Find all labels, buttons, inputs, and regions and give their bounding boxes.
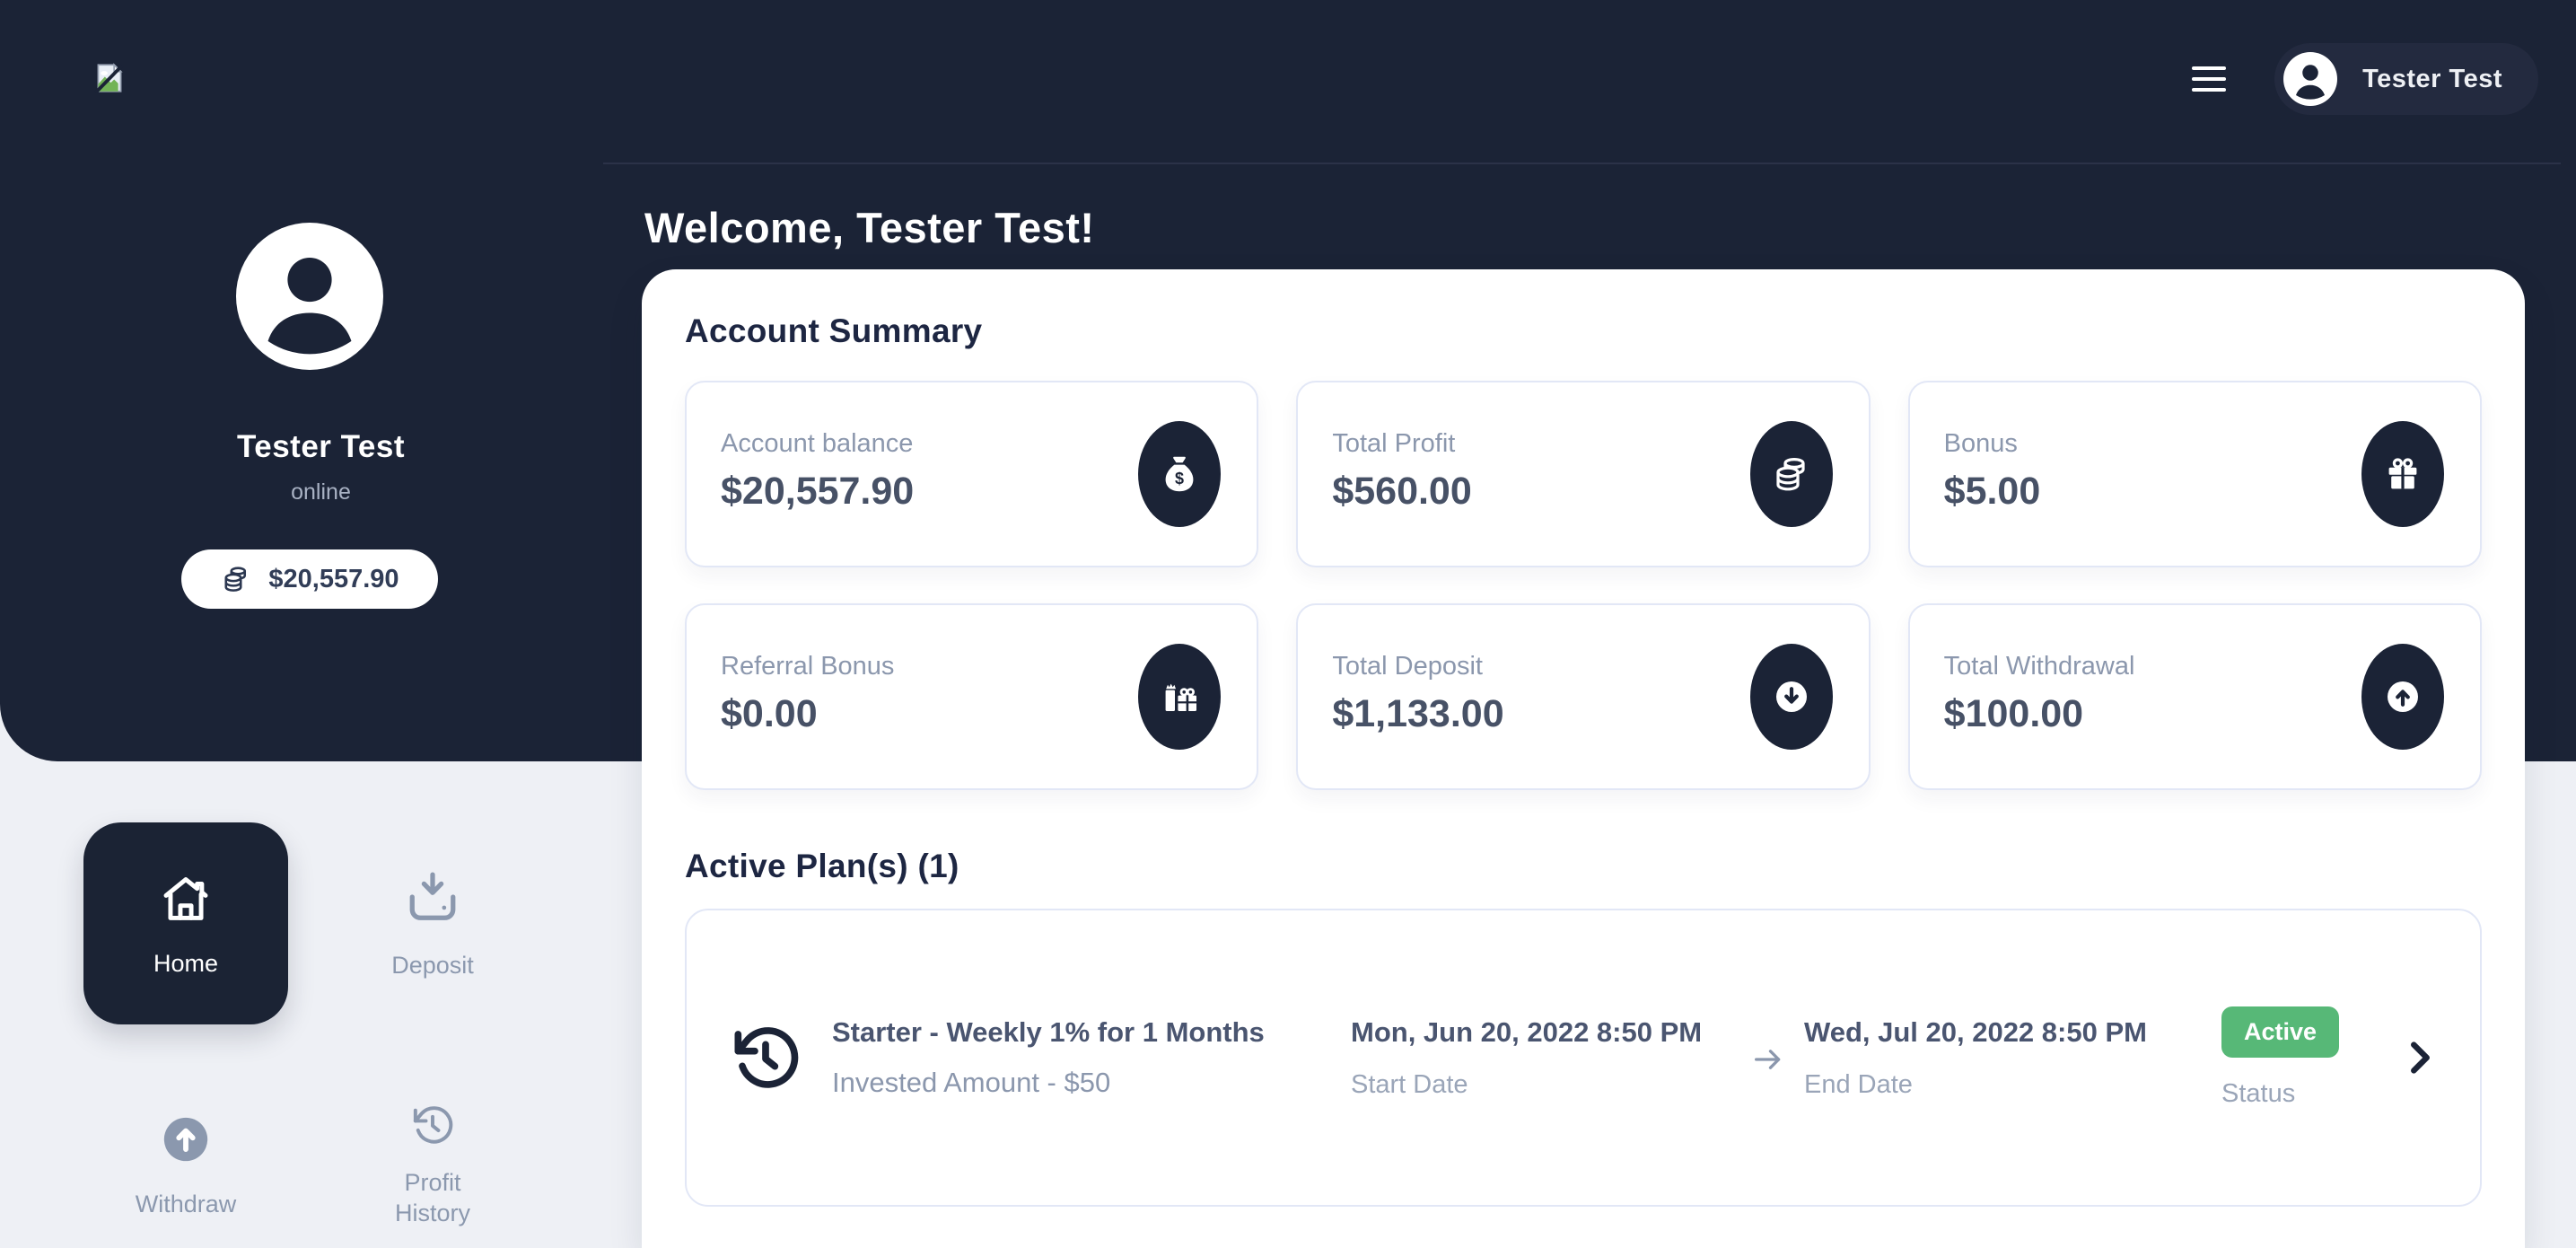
active-plans-title: Active Plan(s) (1) xyxy=(685,848,2482,885)
plan-end-date-block: Wed, Jul 20, 2022 8:50 PM End Date xyxy=(1804,1016,2204,1100)
main-content-card: Account Summary Account balance $20,557.… xyxy=(642,269,2525,1248)
arrow-right-icon xyxy=(1750,1038,1804,1077)
coins-icon xyxy=(1750,421,1833,527)
plan-row[interactable]: Starter - Weekly 1% for 1 Months Investe… xyxy=(685,909,2482,1207)
stat-card-total-withdrawal: Total Withdrawal $100.00 xyxy=(1908,603,2482,790)
online-status: online xyxy=(0,479,642,505)
topbar-right: Tester Test xyxy=(2186,38,2538,120)
plan-invested-amount: Invested Amount - $50 xyxy=(832,1067,1265,1099)
sidebar-item-deposit[interactable]: Deposit xyxy=(330,822,535,1024)
account-summary-title: Account Summary xyxy=(685,312,2482,350)
page-title: Welcome, Tester Test! xyxy=(644,203,1095,252)
stat-card-referral-bonus: Referral Bonus $0.00 xyxy=(685,603,1258,790)
broken-image-icon xyxy=(93,63,126,93)
plan-end-date: Wed, Jul 20, 2022 8:50 PM xyxy=(1804,1016,2204,1049)
sidebar-username: Tester Test xyxy=(0,429,642,465)
balance-pill[interactable]: $20,557.90 xyxy=(181,549,438,609)
stat-card-total-deposit: Total Deposit $1,133.00 xyxy=(1296,603,1870,790)
topbar-username: Tester Test xyxy=(2362,65,2502,94)
home-icon xyxy=(156,869,215,928)
sidebar-item-home[interactable]: Home xyxy=(83,822,288,1024)
chevron-right-icon[interactable] xyxy=(2399,1031,2440,1085)
history-icon xyxy=(410,1103,455,1147)
sidebar-item-withdraw[interactable]: Withdraw xyxy=(83,1074,288,1219)
plan-status-block: Active Status xyxy=(2221,1006,2399,1109)
gifts-icon xyxy=(1138,644,1221,750)
sidebar-item-label: Profit History xyxy=(374,1167,491,1228)
user-menu[interactable]: Tester Test xyxy=(2274,43,2538,115)
gift-icon xyxy=(2361,421,2444,527)
balance-amount: $20,557.90 xyxy=(268,565,399,594)
stat-card-total-profit: Total Profit $560.00 xyxy=(1296,381,1870,567)
deposit-tray-icon xyxy=(401,867,464,930)
plan-start-date-label: Start Date xyxy=(1351,1070,1750,1100)
stat-card-bonus: Bonus $5.00 xyxy=(1908,381,2482,567)
svg-text:$: $ xyxy=(1175,470,1184,488)
withdraw-circle-icon xyxy=(160,1113,212,1165)
hamburger-icon xyxy=(2192,66,2226,70)
plan-end-date-label: End Date xyxy=(1804,1070,2204,1100)
stats-grid: Account balance $20,557.90 $ Total Profi… xyxy=(685,381,2482,790)
plan-start-date-block: Mon, Jun 20, 2022 8:50 PM Start Date xyxy=(1351,1016,1750,1100)
coins-icon xyxy=(220,563,252,595)
arrow-down-circle-icon xyxy=(1750,644,1833,750)
sidebar-item-label: Withdraw xyxy=(136,1189,237,1219)
history-icon xyxy=(730,1022,802,1094)
topbar-divider xyxy=(603,163,2561,164)
sidebar-item-label: Home xyxy=(153,948,218,979)
arrow-up-circle-icon xyxy=(2361,644,2444,750)
user-avatar-icon xyxy=(2283,52,2337,106)
dashboard-page: Tester Test Tester Test online $20,557.9… xyxy=(0,0,2576,1248)
status-badge: Active xyxy=(2221,1006,2339,1058)
money-bag-icon: $ xyxy=(1138,421,1221,527)
stat-card-account-balance: Account balance $20,557.90 $ xyxy=(685,381,1258,567)
plan-status-label: Status xyxy=(2221,1079,2399,1109)
sidebar-item-label: Deposit xyxy=(391,950,474,980)
menu-toggle-button[interactable] xyxy=(2186,61,2231,97)
plan-name: Starter - Weekly 1% for 1 Months xyxy=(832,1016,1265,1049)
plan-info: Starter - Weekly 1% for 1 Months Investe… xyxy=(730,1016,1351,1099)
plan-start-date: Mon, Jun 20, 2022 8:50 PM xyxy=(1351,1016,1750,1049)
sidebar-item-profit-history[interactable]: Profit History xyxy=(330,1074,535,1228)
profile-avatar xyxy=(236,223,383,370)
